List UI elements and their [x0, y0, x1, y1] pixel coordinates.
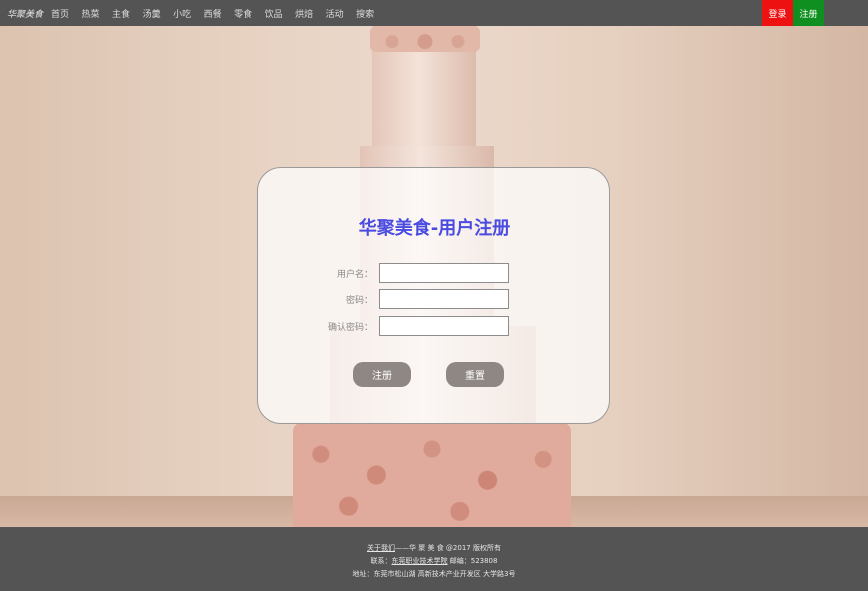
auth-buttons: 登录 注册	[762, 0, 824, 26]
nav-western[interactable]: 西餐	[204, 7, 222, 20]
confirm-password-label: 确认密码：	[327, 323, 373, 333]
cake-top-ruffle	[370, 26, 480, 52]
footer-copyright-line: 关于我们——华 聚 美 食 @2017 版权所有	[0, 543, 868, 553]
register-title: 华聚美食-用户注册	[358, 218, 511, 239]
password-row: 密码：	[258, 289, 611, 309]
nav-snacks[interactable]: 小吃	[173, 7, 191, 20]
username-label: 用户名：	[336, 270, 373, 280]
footer-address: 地址：东莞市松山湖 高新技术产业开发区 大学路3号	[352, 570, 516, 578]
nav-events[interactable]: 活动	[326, 7, 344, 20]
nav-soup[interactable]: 汤羹	[143, 7, 161, 20]
nav-hot-dishes[interactable]: 热菜	[82, 7, 100, 20]
register-panel: 华聚美食-用户注册 用户名： 密码： 确认密码： 注册 重置	[257, 167, 610, 424]
contact-prefix: 联系：	[370, 557, 392, 565]
username-row: 用户名：	[258, 263, 611, 283]
nav-search[interactable]: 搜索	[356, 7, 374, 20]
postcode-text: 邮编：523808	[447, 557, 498, 565]
reset-button[interactable]: 重置	[446, 362, 504, 387]
brand-logo[interactable]: 华聚美食	[0, 7, 51, 20]
nav-home[interactable]: 首页	[51, 7, 69, 20]
copyright-text: ——华 聚 美 食 @2017 版权所有	[395, 544, 501, 552]
nav-treats[interactable]: 零食	[234, 7, 252, 20]
register-button[interactable]: 注册	[793, 0, 824, 26]
password-input[interactable]	[379, 289, 509, 309]
nav-staple[interactable]: 主食	[112, 7, 130, 20]
nav-baking[interactable]: 烘焙	[295, 7, 313, 20]
footer-contact-line: 联系：东莞职业技术学院 邮编：523808	[0, 556, 868, 566]
username-input[interactable]	[379, 263, 509, 283]
main-nav: 首页 热菜 主食 汤羹 小吃 西餐 零食 饮品 烘焙 活动 搜索	[51, 7, 387, 20]
top-nav-bar: 华聚美食 首页 热菜 主食 汤羹 小吃 西餐 零食 饮品 烘焙 活动 搜索 登录…	[0, 0, 868, 26]
login-button[interactable]: 登录	[762, 0, 793, 26]
about-us-link[interactable]: 关于我们	[367, 544, 395, 552]
college-link[interactable]: 东莞职业技术学院	[392, 557, 448, 565]
password-label: 密码：	[345, 296, 373, 306]
footer: 关于我们——华 聚 美 食 @2017 版权所有 联系：东莞职业技术学院 邮编：…	[0, 527, 868, 591]
submit-register-button[interactable]: 注册	[353, 362, 411, 387]
nav-drinks[interactable]: 饮品	[265, 7, 283, 20]
cake-bottom-ruffle	[293, 423, 571, 527]
confirm-password-row: 确认密码：	[258, 316, 611, 336]
confirm-password-input[interactable]	[379, 316, 509, 336]
